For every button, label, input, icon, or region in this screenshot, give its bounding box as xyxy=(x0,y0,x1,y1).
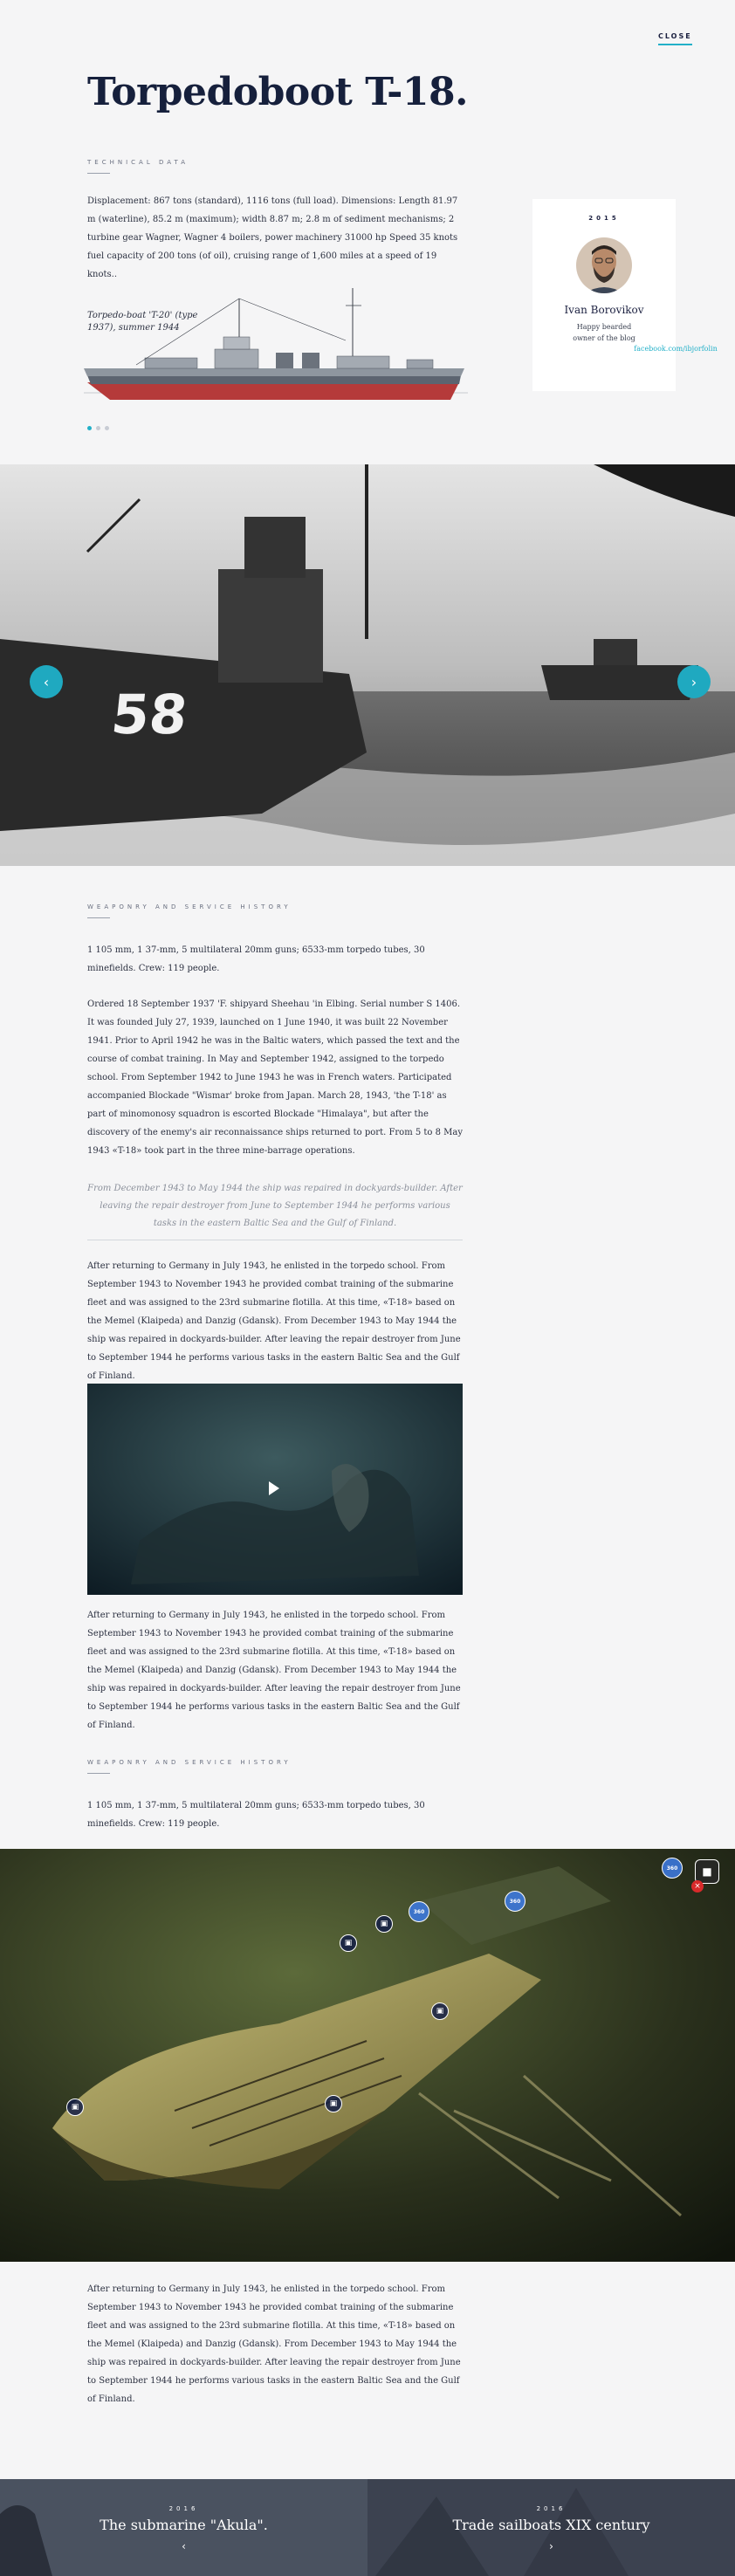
play-icon[interactable] xyxy=(269,1481,279,1495)
service-history-text-3: After returning to Germany in July 1943,… xyxy=(87,1611,461,1730)
slider-pagination xyxy=(87,426,109,430)
service-history-text: Ordered 18 September 1937 'F. shipyard S… xyxy=(87,999,463,1156)
author-name: Ivan Borovikov xyxy=(564,304,644,316)
camera-hotspot[interactable]: ▣ xyxy=(375,1915,393,1933)
technical-data-text: Displacement: 867 tons (standard), 1116 … xyxy=(87,196,458,279)
avatar xyxy=(576,237,632,293)
hull-number: 58 xyxy=(108,683,191,746)
weaponry-label-2: WEAPONRY AND SERVICE HISTORY xyxy=(87,1759,292,1766)
pull-quote: From December 1943 to May 1944 the ship … xyxy=(87,1180,463,1240)
pagination-dot[interactable] xyxy=(105,426,109,430)
prev-article-year: 2016 xyxy=(168,2505,199,2512)
section-divider xyxy=(87,917,110,918)
panorama-360-hotspot[interactable]: 360 xyxy=(505,1891,525,1912)
close-link[interactable]: CLOSE xyxy=(658,32,692,45)
page-title: Torpedoboot T-18. xyxy=(87,70,468,114)
camera-hotspot[interactable]: ▣ xyxy=(66,2099,84,2116)
technical-data-label: TECHNICAL DATA xyxy=(87,159,189,166)
next-slide-button[interactable]: › xyxy=(677,665,711,698)
author-description: Happy bearded owner of the blog xyxy=(573,323,635,342)
service-history-text-4: After returning to Germany in July 1943,… xyxy=(87,2284,461,2404)
pagination-dot[interactable] xyxy=(96,426,100,430)
panorama-360-hotspot[interactable]: 360 xyxy=(409,1901,429,1922)
author-facebook-link[interactable]: facebook.com/ibjorfolin xyxy=(604,345,735,353)
chevron-right-icon: › xyxy=(690,673,697,690)
underwater-video[interactable] xyxy=(87,1384,463,1595)
pagination-dot-active[interactable] xyxy=(87,426,92,430)
ship-side-drawing xyxy=(84,288,468,400)
prev-article-title: The submarine "Akula". xyxy=(100,2517,268,2533)
author-card: 2015 Ivan Borovikov Happy bearded owner … xyxy=(532,199,718,391)
camera-hotspot[interactable]: ▣ xyxy=(325,2095,342,2112)
service-history-text-2: After returning to Germany in July 1943,… xyxy=(87,1261,461,1381)
ship-photo-slider: 58 ‹ › xyxy=(0,464,735,866)
section-divider xyxy=(87,173,110,174)
camera-hotspot[interactable]: ▣ xyxy=(340,1934,357,1952)
panorama-360-hotspot[interactable]: 360 xyxy=(662,1858,683,1879)
author-year: 2015 xyxy=(588,215,620,222)
prev-slide-button[interactable]: ‹ xyxy=(30,665,63,698)
section-divider xyxy=(87,1773,110,1774)
next-article-year: 2016 xyxy=(536,2505,567,2512)
next-article-title: Trade sailboats XIX century xyxy=(452,2517,650,2533)
chevron-left-icon: ‹ xyxy=(43,673,50,690)
chevron-left-icon: ‹ xyxy=(182,2540,186,2552)
weapons-text-2: 1 105 mm, 1 37-mm, 5 multilateral 20mm g… xyxy=(87,1801,425,1829)
close-icon[interactable]: × xyxy=(691,1880,704,1893)
prev-article-link[interactable]: 2016 The submarine "Akula". ‹ xyxy=(0,2479,368,2576)
next-article-link[interactable]: 2016 Trade sailboats XIX century › xyxy=(368,2479,735,2576)
related-articles-footer: 2016 The submarine "Akula". ‹ 2016 Trade… xyxy=(0,2479,735,2576)
ship-photo xyxy=(0,464,735,866)
weaponry-label: WEAPONRY AND SERVICE HISTORY xyxy=(87,903,292,910)
weapons-text: 1 105 mm, 1 37-mm, 5 multilateral 20mm g… xyxy=(87,945,425,973)
camera-hotspot[interactable]: ▣ xyxy=(431,2002,449,2020)
chevron-right-icon: › xyxy=(549,2540,553,2552)
wreck-3d-viewer[interactable]: ▣ ▣ 360 360 360 ■ × ▣ ▣ ▣ xyxy=(0,1849,735,2262)
